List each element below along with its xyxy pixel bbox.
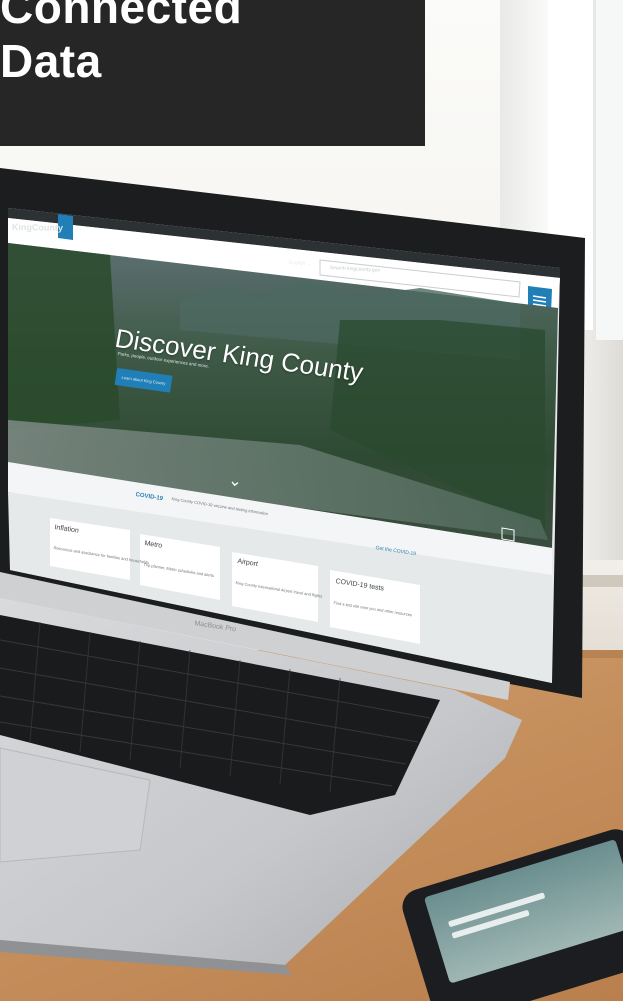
site-logo[interactable]: KingCounty	[12, 222, 63, 233]
language-select[interactable]: English ⌄	[289, 260, 311, 267]
heading-banner: Connected Data	[0, 0, 425, 146]
chevron-down-icon[interactable]: ⌄	[227, 470, 243, 492]
photo-scene: KingCounty English ⌄ Search kingcounty.g…	[0, 0, 623, 1001]
laptop-illustration	[0, 168, 585, 975]
hero-forest-left	[8, 243, 120, 430]
heading-line-1: Connected	[0, 0, 243, 33]
heading-line-2: Data	[0, 35, 102, 87]
